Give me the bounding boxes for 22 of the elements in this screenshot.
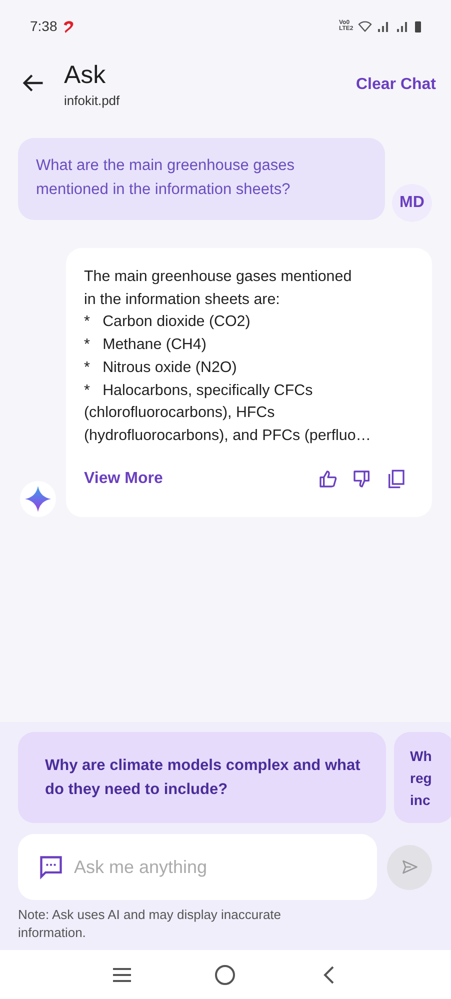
sparkle-avatar-icon <box>20 480 56 517</box>
status-time: 7:38 <box>30 18 58 34</box>
send-icon <box>400 858 418 876</box>
copy-icon[interactable] <box>386 468 406 489</box>
home-icon[interactable] <box>213 962 238 986</box>
clear-chat-button[interactable]: Clear Chat <box>356 76 436 94</box>
suggestion-chip[interactable]: Why are climate models complex and what do they need to include? <box>18 732 386 823</box>
signal-icon <box>377 20 391 32</box>
suggestion-chip[interactable]: Wh reg inc <box>394 732 451 823</box>
file-name: infokit.pdf <box>64 93 121 108</box>
battery-icon <box>415 20 421 32</box>
user-avatar: MD <box>392 184 432 222</box>
thumbs-up-icon[interactable] <box>318 468 338 489</box>
answer-text: The main greenhouse gases mentioned in the information sheets are: * Carbon dioxide (CO2) * Methane (CH4) * Nitrous oxide (N2O) * Halocarbons, specifically CFCs (chlorofluorocarbons), HFCs (hydrofluorocarbons), and PFCs (perfluo… <box>84 267 372 446</box>
thumbs-down-icon[interactable] <box>352 468 372 489</box>
disclaimer-note: Note: Ask uses AI and may display inaccurate information. <box>18 906 282 942</box>
view-more-link[interactable]: View More <box>84 470 163 488</box>
signal-icon <box>396 20 410 32</box>
user-message: What are the main greenhouse gases mentioned in the information sheets? <box>18 138 385 220</box>
page-title: Ask <box>64 60 107 90</box>
message-input[interactable]: Ask me anything <box>18 834 377 900</box>
wifi-icon <box>358 20 372 32</box>
